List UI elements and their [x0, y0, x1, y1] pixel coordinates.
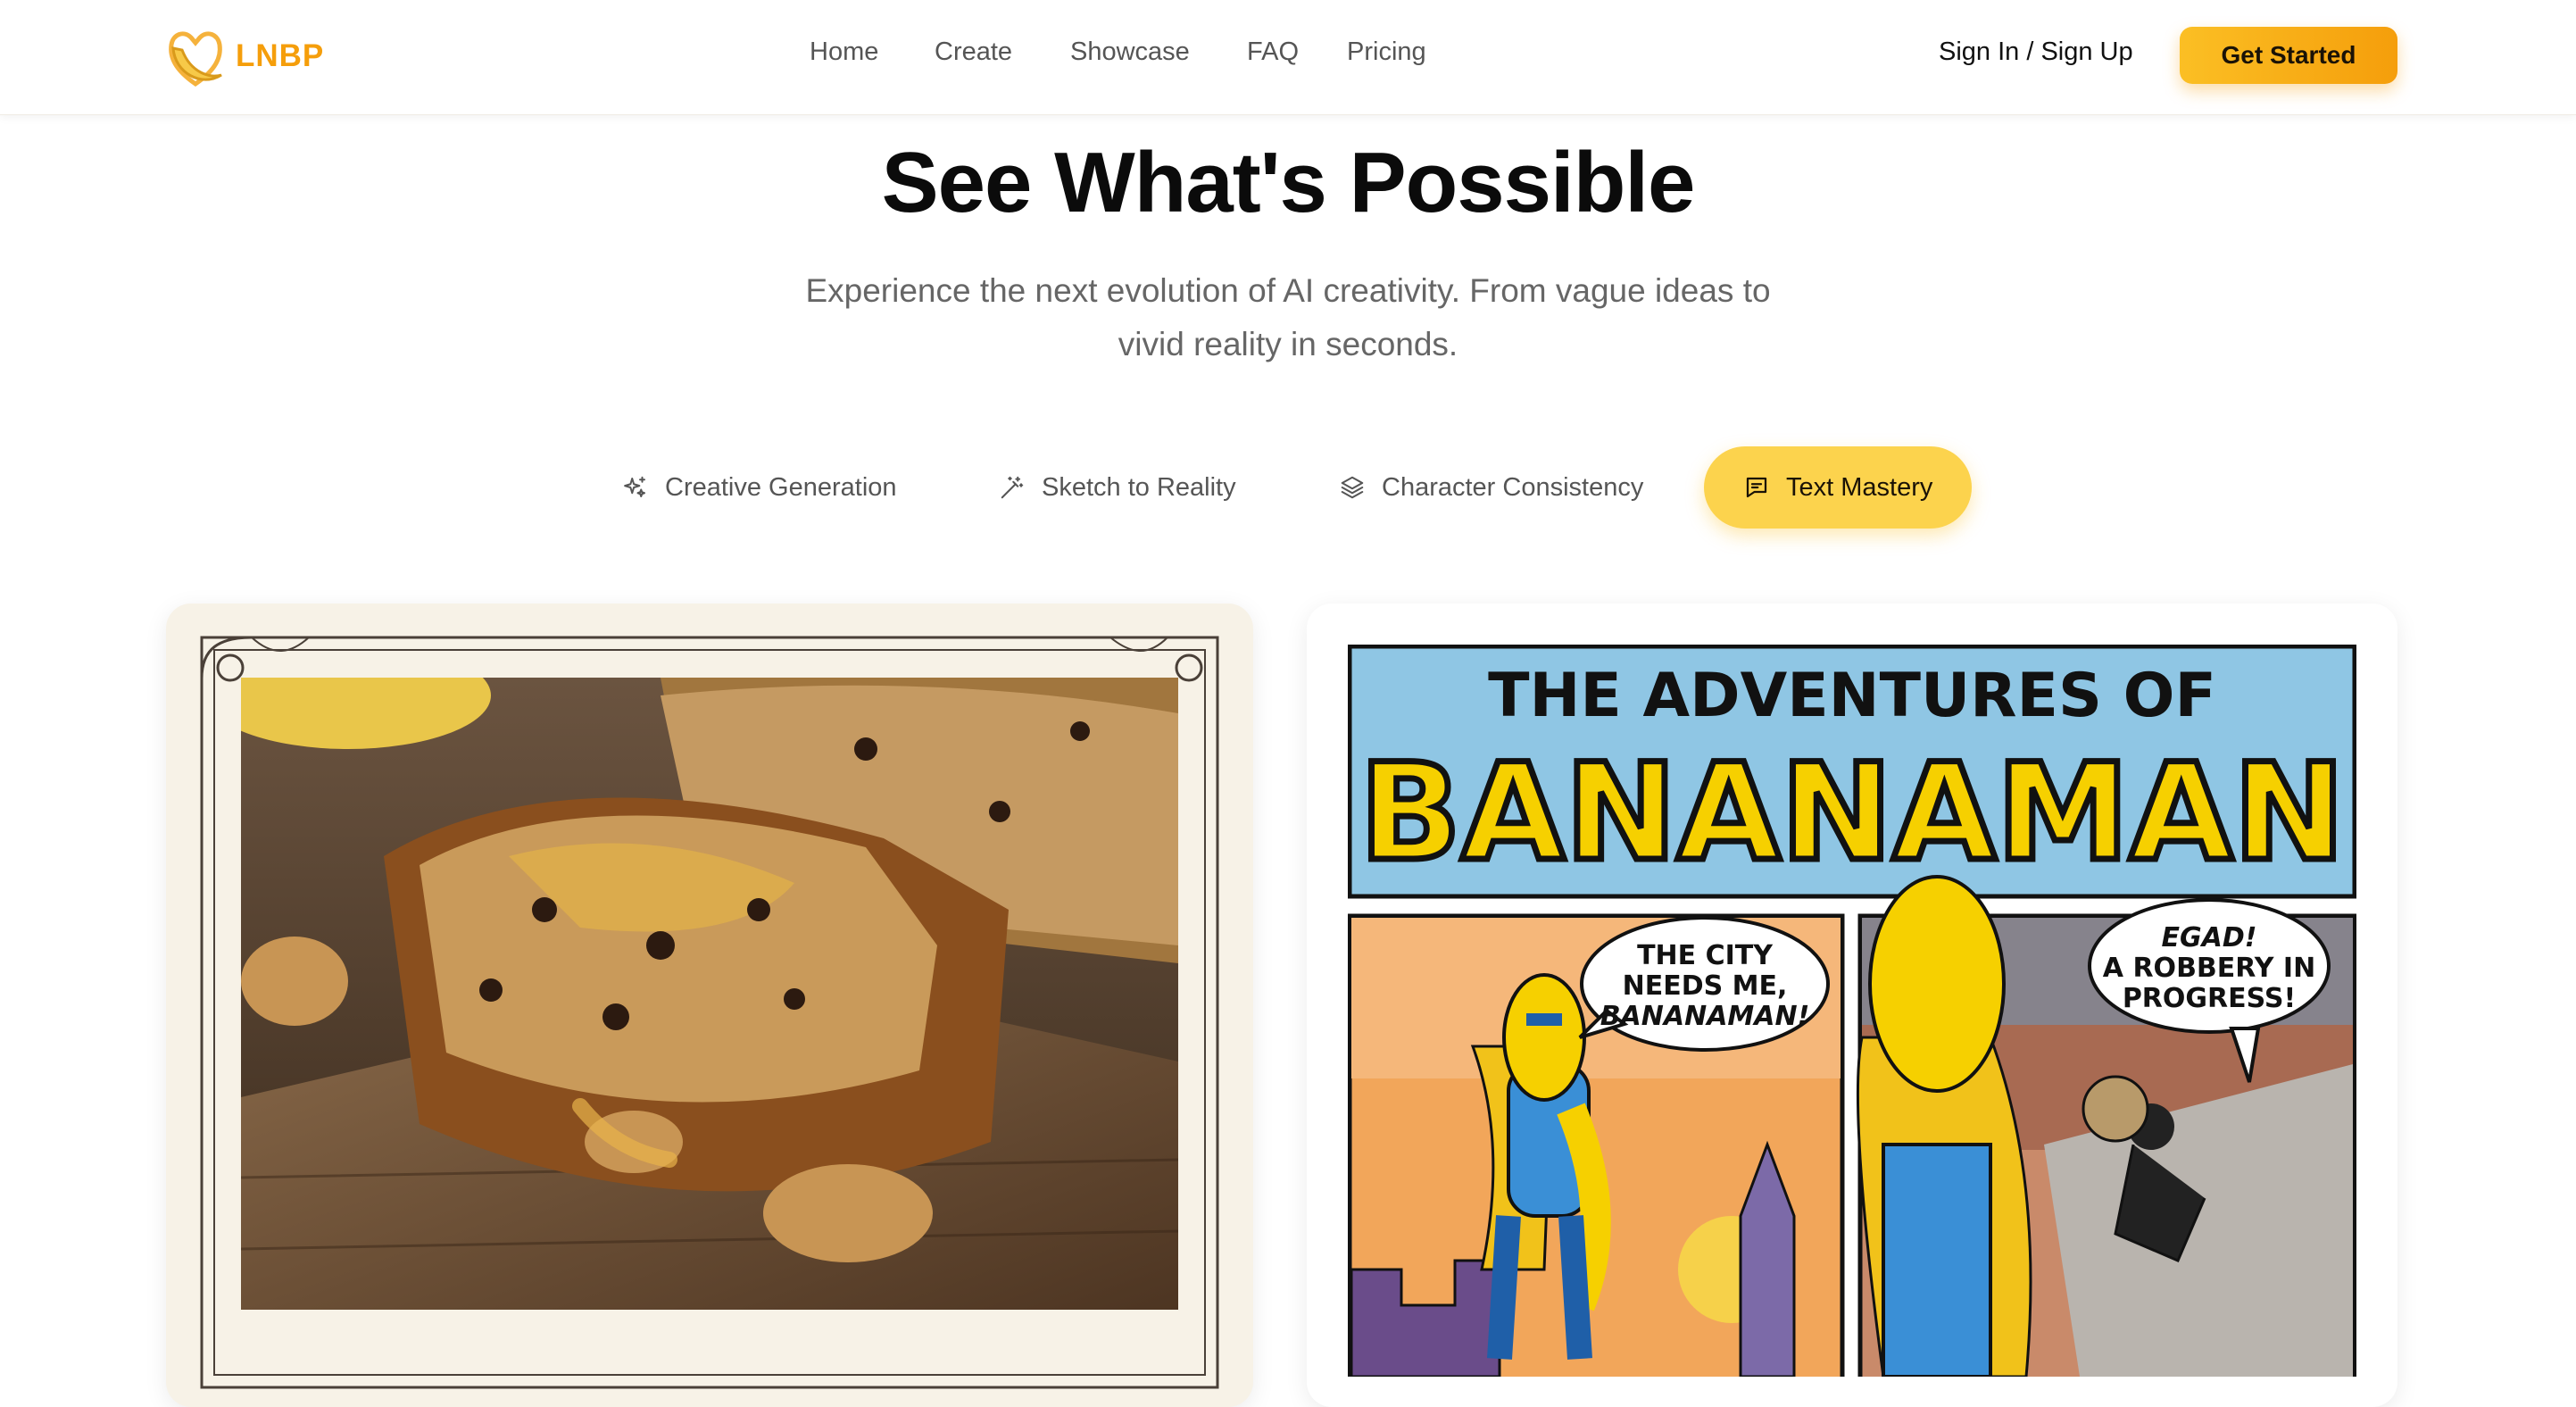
showcase-card-banana-bread[interactable] [166, 604, 1253, 1407]
bananaman-comic: THE ADVENTURES OF BANANAMAN THE CITY NEE… [1348, 645, 2356, 1377]
tab-label: Character Consistency [1382, 472, 1644, 502]
nav-pricing[interactable]: Pricing [1347, 37, 1426, 67]
sign-in-link[interactable]: Sign In / Sign Up [1939, 37, 2133, 67]
bubble1-line2: NEEDS ME, [1623, 970, 1788, 1002]
nav-showcase[interactable]: Showcase [1070, 37, 1190, 67]
showcase-card-comic[interactable]: THE ADVENTURES OF BANANAMAN THE CITY NEE… [1307, 604, 2397, 1407]
comic-title-top: THE ADVENTURES OF [1488, 661, 2216, 731]
tab-label: Sketch to Reality [1042, 472, 1236, 502]
subtitle-line-1: Experience the next evolution of AI crea… [805, 272, 1771, 309]
chat-bubble-icon [1746, 477, 1767, 498]
section-title: See What's Possible [881, 135, 1696, 230]
navbar: LNBP Home Create Showcase FAQ Pricing Si… [0, 0, 2576, 115]
tab-label: Creative Generation [665, 472, 897, 502]
comic-title-main: BANANAMAN [1359, 736, 2346, 891]
bubble2-line3: PROGRESS! [2123, 983, 2296, 1014]
subtitle-line-2: vivid reality in seconds. [1118, 326, 1458, 362]
bubble1-line3: BANANAMAN! [1600, 1001, 1810, 1032]
tab-text-mastery[interactable]: Text Mastery [1704, 446, 1973, 529]
section-subtitle: Experience the next evolution of AI crea… [752, 264, 1824, 371]
tab-character-consistency[interactable]: Character Consistency [1339, 446, 1643, 529]
tab-creative-generation[interactable]: Creative Generation [622, 446, 897, 529]
nav-faq[interactable]: FAQ [1247, 37, 1299, 67]
tab-label: Text Mastery [1786, 472, 1933, 502]
sparkles-icon [624, 476, 645, 497]
magic-wand-icon [1001, 476, 1024, 499]
bubble2-line2: A ROBBERY IN [2103, 953, 2315, 984]
bubble2-line1: EGAD! [2162, 922, 2257, 953]
nav-home[interactable]: Home [810, 37, 878, 67]
tab-sketch-to-reality[interactable]: Sketch to Reality [999, 446, 1236, 529]
banana-bread-photo [241, 678, 1178, 1310]
get-started-button[interactable]: Get Started [2180, 27, 2397, 84]
layers-icon [1341, 476, 1364, 499]
nav-create[interactable]: Create [935, 37, 1012, 67]
bubble1-line1: THE CITY [1637, 940, 1774, 971]
